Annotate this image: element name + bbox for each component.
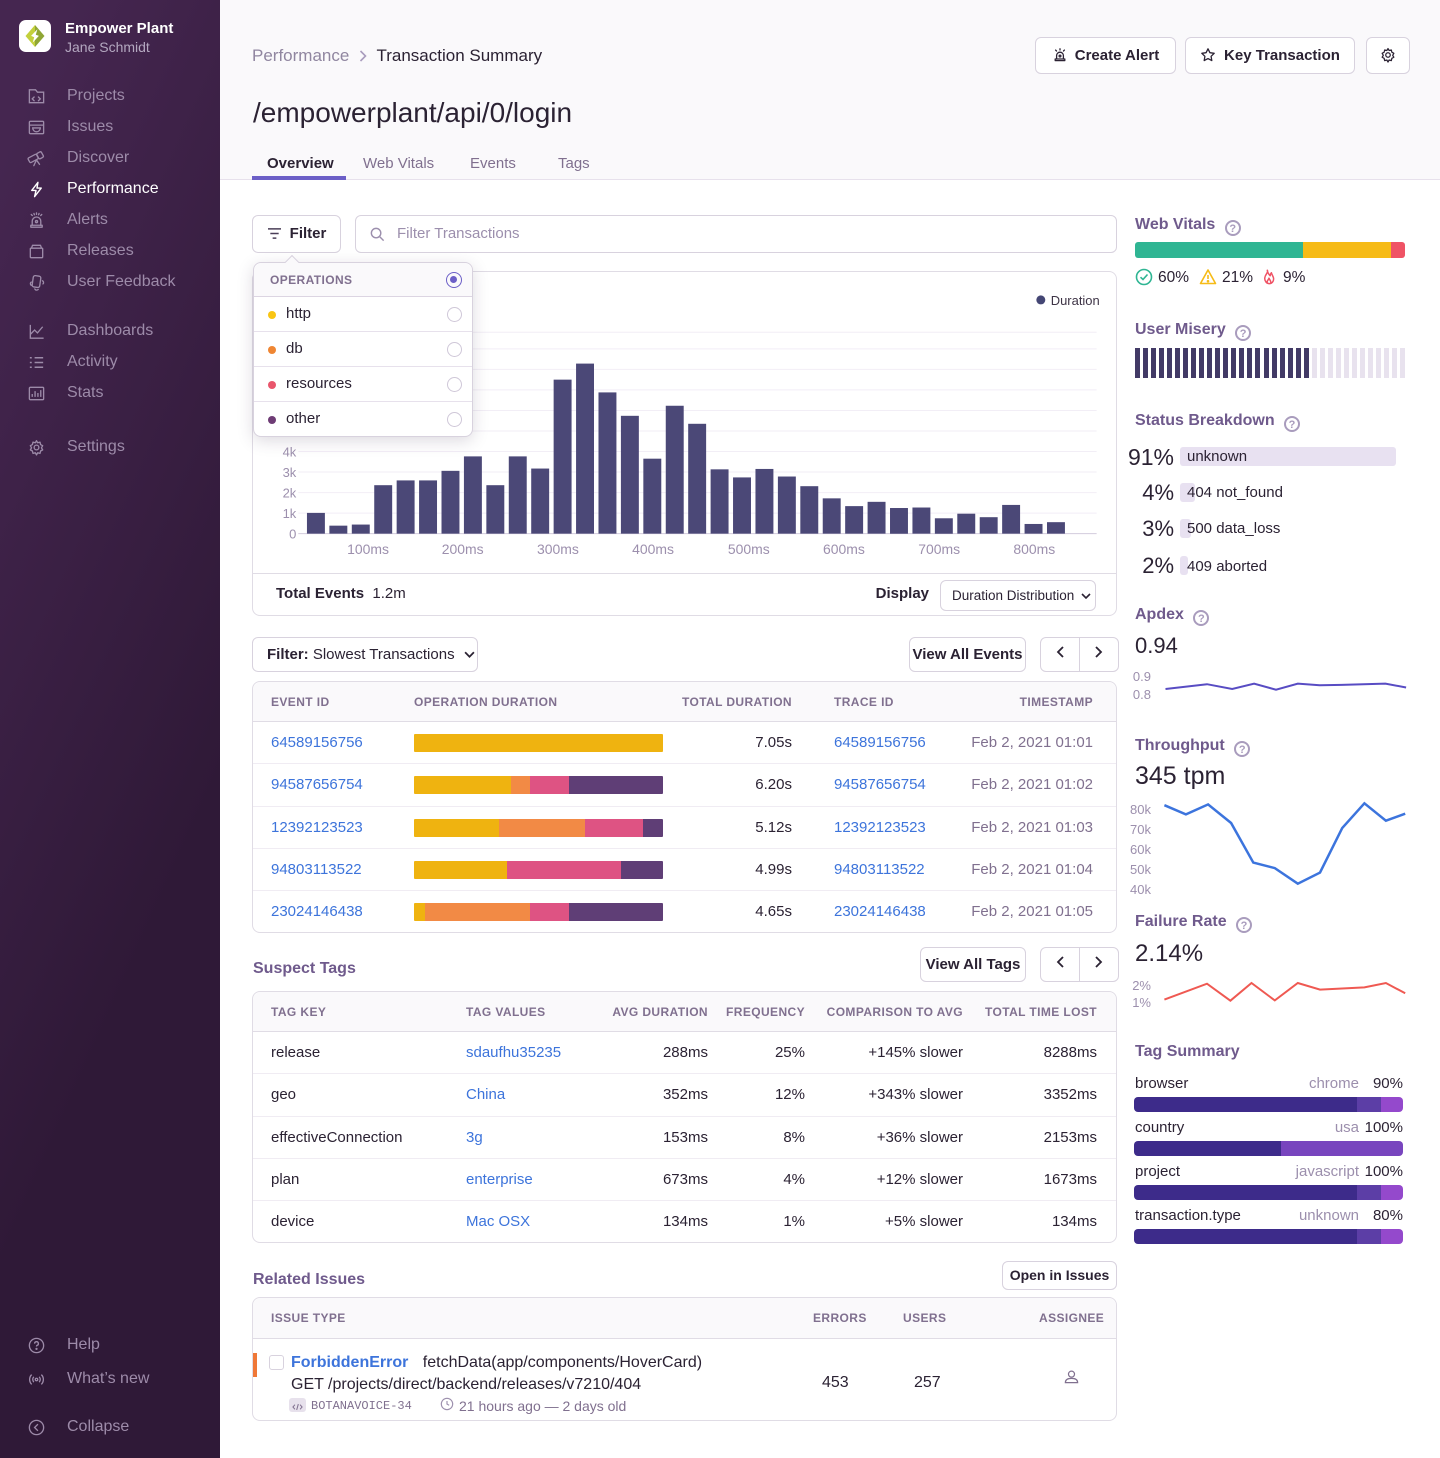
svg-text:3k: 3k	[283, 465, 297, 480]
svg-text:300ms: 300ms	[537, 541, 579, 557]
svg-text:Duration: Duration	[1051, 293, 1100, 308]
svg-text:4k: 4k	[283, 444, 297, 459]
svg-text:700ms: 700ms	[918, 541, 960, 557]
svg-text:800ms: 800ms	[1013, 541, 1055, 557]
svg-text:200ms: 200ms	[442, 541, 484, 557]
svg-text:500ms: 500ms	[728, 541, 770, 557]
svg-text:100ms: 100ms	[347, 541, 389, 557]
svg-text:400ms: 400ms	[632, 541, 674, 557]
svg-text:2k: 2k	[283, 486, 297, 501]
svg-text:0: 0	[289, 527, 296, 542]
svg-text:600ms: 600ms	[823, 541, 865, 557]
svg-text:1k: 1k	[283, 506, 297, 521]
